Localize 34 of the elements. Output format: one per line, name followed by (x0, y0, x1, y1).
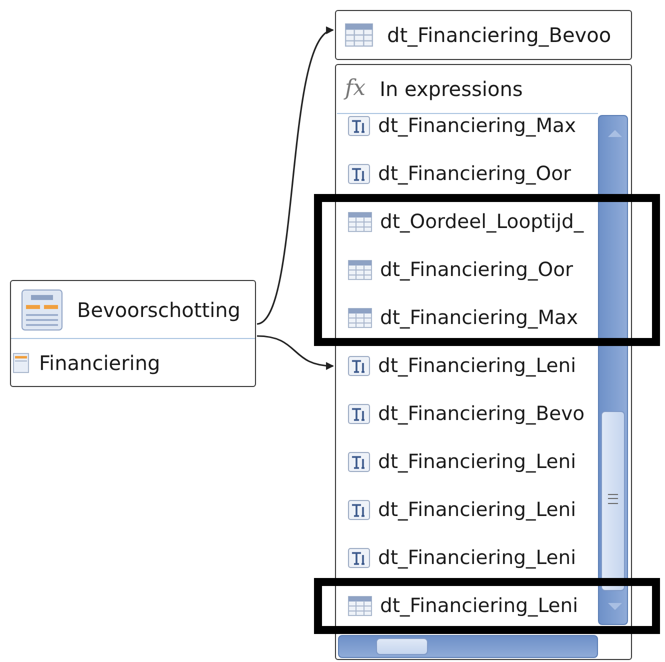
list-item[interactable]: dt_Financiering_Leni (337, 442, 598, 480)
list-item[interactable]: dt_Financiering_Leni (337, 586, 598, 624)
table-icon (348, 308, 372, 328)
text-field-icon (348, 356, 370, 376)
table-name: dt_Financiering_Bevoo (387, 23, 612, 47)
text-field-icon (348, 404, 370, 424)
entity-title: Bevoorschotting (77, 298, 240, 322)
section-header: In expressions (380, 76, 523, 100)
list-item[interactable]: dt_Financiering_Bevo (337, 394, 598, 432)
list-item[interactable]: dt_Financiering_Leni (337, 490, 598, 528)
form-icon (21, 288, 63, 330)
list-item[interactable]: dt_Financiering_Max (337, 114, 598, 144)
table-icon (348, 212, 372, 232)
table-icon (348, 260, 372, 280)
table-icon (348, 596, 372, 616)
table-node[interactable]: dt_Financiering_Bevoo (335, 10, 632, 60)
function-icon: fx (345, 76, 366, 101)
attribute-label[interactable]: Financiering (39, 350, 160, 374)
text-field-icon (348, 164, 370, 184)
vertical-scrollbar[interactable] (598, 115, 628, 625)
text-field-icon (348, 116, 370, 136)
text-field-icon (348, 500, 370, 520)
list-item[interactable]: dt_Financiering_Leni (337, 346, 598, 384)
list-item[interactable]: dt_Financiering_Oor (337, 154, 598, 192)
list-item[interactable]: dt_Financiering_Oor (337, 250, 598, 288)
attribute-icon (13, 352, 29, 372)
list-item[interactable]: dt_Financiering_Max (337, 298, 598, 336)
table-icon (345, 23, 373, 47)
entity-node[interactable]: Bevoorschotting Financiering (10, 280, 256, 387)
list-item[interactable]: dt_Oordeel_Looptijd_ (337, 202, 598, 240)
list-item[interactable]: dt_Financiering_Leni (337, 538, 598, 576)
horizontal-scrollbar[interactable] (338, 635, 598, 658)
text-field-icon (348, 548, 370, 568)
text-field-icon (348, 452, 370, 472)
